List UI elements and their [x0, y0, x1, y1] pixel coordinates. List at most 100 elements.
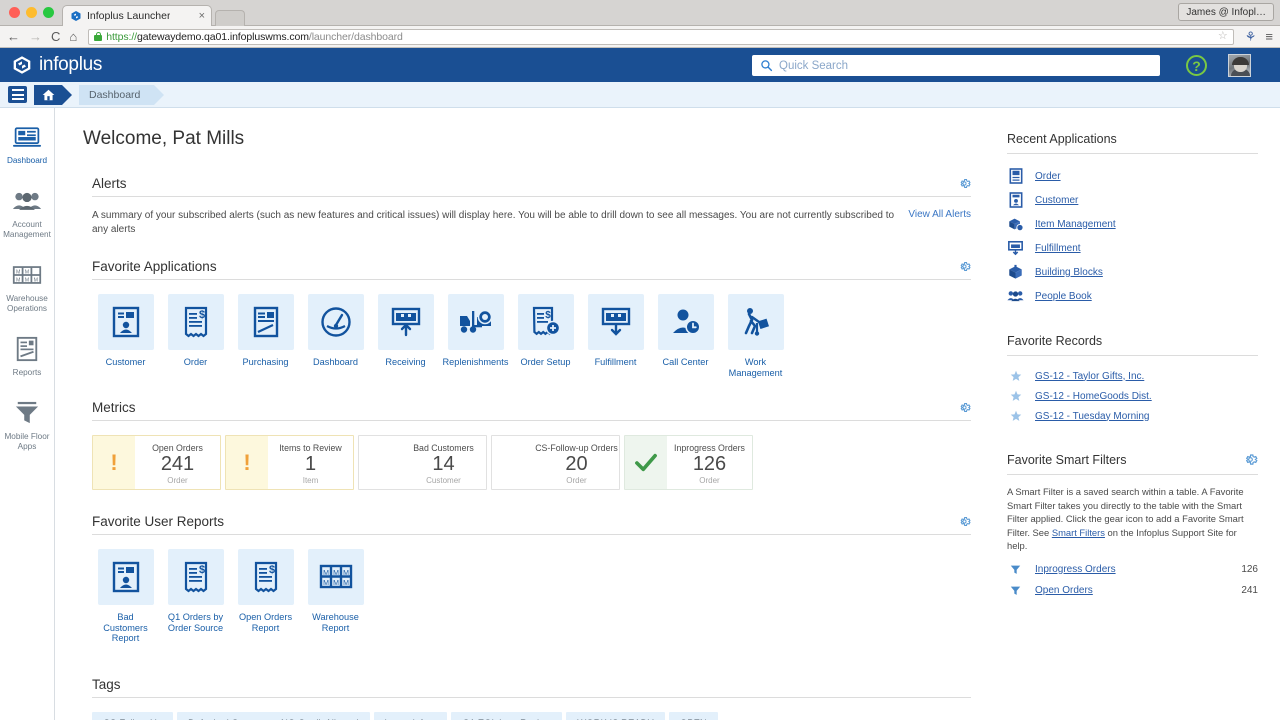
svg-text:M: M: [343, 570, 349, 577]
gear-icon[interactable]: [958, 515, 971, 528]
recent-app-item-management[interactable]: Item Management: [1007, 212, 1258, 236]
recent-app-customer[interactable]: Customer: [1007, 188, 1258, 212]
bookmark-star-icon[interactable]: ☆: [1218, 31, 1228, 42]
dashboard-icon: [13, 122, 41, 152]
quick-search-box[interactable]: Quick Search: [752, 55, 1160, 76]
tag-item[interactable]: Q1 EOL Item Review: [451, 712, 562, 720]
favorite-record-label[interactable]: GS-12 - Taylor Gifts, Inc.: [1035, 371, 1144, 382]
menu-toggle-icon[interactable]: [8, 86, 27, 103]
star-icon: [1007, 410, 1024, 422]
tag-item[interactable]: WORK IS READY: [566, 712, 665, 720]
sidebar-item-dashboard[interactable]: Dashboard: [0, 122, 55, 166]
smart-filter-label[interactable]: Inprogress Orders: [1035, 564, 1116, 575]
svg-text:M: M: [16, 278, 20, 284]
app-tile-receiving[interactable]: Receiving: [372, 294, 439, 378]
address-bar[interactable]: https://gatewaydemo.qa01.infopluswms.com…: [88, 29, 1234, 45]
breadcrumb-home-button[interactable]: [34, 85, 62, 105]
smart-filter-item[interactable]: Inprogress Orders 126: [1007, 559, 1258, 580]
metric-card-open-orders[interactable]: ! Open Orders 241 Order: [92, 435, 221, 490]
smart-filter-item[interactable]: Open Orders 241: [1007, 580, 1258, 601]
favorite-record-item[interactable]: GS-12 - HomeGoods Dist.: [1007, 386, 1258, 406]
app-tile-purchasing[interactable]: Purchasing: [232, 294, 299, 378]
favorite-record-item[interactable]: GS-12 - Taylor Gifts, Inc.: [1007, 366, 1258, 386]
forward-icon[interactable]: →: [29, 30, 42, 43]
recent-app-label[interactable]: Item Management: [1035, 219, 1116, 230]
metric-card-bad-customers[interactable]: Bad Customers 14 Customer: [358, 435, 487, 490]
sidebar-item-reports[interactable]: Reports: [0, 334, 55, 378]
report-tile-open-orders-report[interactable]: $ Open Orders Report: [232, 549, 299, 644]
app-tile-order[interactable]: $ Order: [162, 294, 229, 378]
report-tile-q1-orders-by-order-source[interactable]: $ Q1 Orders by Order Source: [162, 549, 229, 644]
gear-icon[interactable]: [958, 401, 971, 414]
recent-app-label[interactable]: Customer: [1035, 195, 1078, 206]
infoplus-logo[interactable]: infoplus: [12, 54, 102, 76]
recent-app-label[interactable]: People Book: [1035, 291, 1092, 302]
gear-icon[interactable]: [1243, 452, 1258, 467]
tag-item[interactable]: CS-Follow-Up: [92, 712, 173, 720]
customer-card-icon: [111, 306, 141, 338]
user-avatar[interactable]: [1228, 54, 1251, 77]
favorite-record-label[interactable]: GS-12 - HomeGoods Dist.: [1035, 391, 1152, 402]
breadcrumb-item-dashboard[interactable]: Dashboard: [79, 85, 154, 105]
gear-icon[interactable]: [958, 260, 971, 273]
url-host: gatewaydemo.qa01.infopluswms.com: [137, 31, 309, 43]
svg-text:$: $: [545, 310, 551, 321]
recent-app-label[interactable]: Building Blocks: [1035, 267, 1103, 278]
favorite-smart-filters-section: Favorite Smart Filters A Smart Filter is…: [1007, 452, 1258, 601]
app-tile-work-management[interactable]: Work Management: [722, 294, 789, 378]
reload-icon[interactable]: C: [51, 30, 60, 43]
tag-item[interactable]: Defaulted Customer - NO Credit Allowed: [177, 712, 370, 720]
home-icon[interactable]: ⌂: [69, 30, 77, 43]
app-tile-order-setup[interactable]: $ Order Setup: [512, 294, 579, 378]
app-tile-fulfillment[interactable]: Fulfillment: [582, 294, 649, 378]
order-icon: [1007, 168, 1024, 184]
metric-card-cs-follow-up-orders[interactable]: CS-Follow-up Orders 20 Order: [491, 435, 620, 490]
app-tile-customer[interactable]: Customer: [92, 294, 159, 378]
recent-app-people-book[interactable]: People Book: [1007, 284, 1258, 308]
browser-tab[interactable]: Infoplus Launcher ×: [62, 5, 212, 26]
smart-filters-link[interactable]: Smart Filters: [1052, 527, 1105, 538]
svg-text:$: $: [198, 564, 204, 576]
minimize-window-button[interactable]: [26, 7, 37, 18]
back-icon[interactable]: ←: [7, 30, 20, 43]
recent-applications-title: Recent Applications: [1007, 132, 1117, 146]
search-icon: [760, 59, 773, 72]
forklift-icon: [458, 308, 494, 336]
new-tab-button[interactable]: [215, 10, 245, 26]
tab-close-icon[interactable]: ×: [187, 10, 205, 22]
recent-app-label[interactable]: Order: [1035, 171, 1061, 182]
left-sidebar: Dashboard Account Management: [0, 108, 55, 720]
sidebar-item-label: Warehouse Operations: [6, 294, 48, 314]
sidebar-item-mobile-floor-apps[interactable]: Mobile Floor Apps: [0, 398, 55, 452]
recent-app-order[interactable]: Order: [1007, 164, 1258, 188]
view-all-alerts-link[interactable]: View All Alerts: [908, 209, 971, 220]
recent-app-building-blocks[interactable]: Building Blocks: [1007, 260, 1258, 284]
dock-out-icon: [600, 307, 632, 337]
extension-icon[interactable]: ⚘: [1245, 30, 1257, 43]
report-tile-warehouse-report[interactable]: M M M M M M Warehouse Report: [302, 549, 369, 644]
metric-card-items-to-review[interactable]: ! Items to Review 1 Item: [225, 435, 354, 490]
app-tile-dashboard[interactable]: Dashboard: [302, 294, 369, 378]
sidebar-item-account-management[interactable]: Account Management: [0, 186, 55, 240]
maximize-window-button[interactable]: [43, 7, 54, 18]
tag-item[interactable]: ipsys-dnf-ua: [374, 712, 448, 720]
tag-item[interactable]: OPEN: [669, 712, 718, 720]
handtruck-icon: [740, 306, 772, 338]
close-window-button[interactable]: [9, 7, 20, 18]
smart-filter-label[interactable]: Open Orders: [1035, 585, 1093, 596]
metric-card-inprogress-orders[interactable]: Inprogress Orders 126 Order: [624, 435, 753, 490]
report-tile-bad-customers-report[interactable]: Bad Customers Report: [92, 549, 159, 644]
app-tile-replenishments[interactable]: Replenishments: [442, 294, 509, 378]
browser-menu-icon[interactable]: ≡: [1265, 30, 1273, 43]
gear-icon[interactable]: [958, 177, 971, 190]
metric-subtitle: Item: [303, 476, 319, 485]
svg-text:M: M: [323, 580, 329, 587]
app-tile-call-center[interactable]: Call Center: [652, 294, 719, 378]
browser-profile-button[interactable]: James @ Infopl…: [1178, 3, 1274, 21]
sidebar-item-warehouse-operations[interactable]: M M M M M Warehouse Operations: [0, 260, 55, 314]
favorite-record-item[interactable]: GS-12 - Tuesday Morning: [1007, 406, 1258, 426]
recent-app-label[interactable]: Fulfillment: [1035, 243, 1081, 254]
recent-app-fulfillment[interactable]: Fulfillment: [1007, 236, 1258, 260]
help-icon[interactable]: ?: [1186, 55, 1207, 76]
favorite-record-label[interactable]: GS-12 - Tuesday Morning: [1035, 411, 1150, 422]
